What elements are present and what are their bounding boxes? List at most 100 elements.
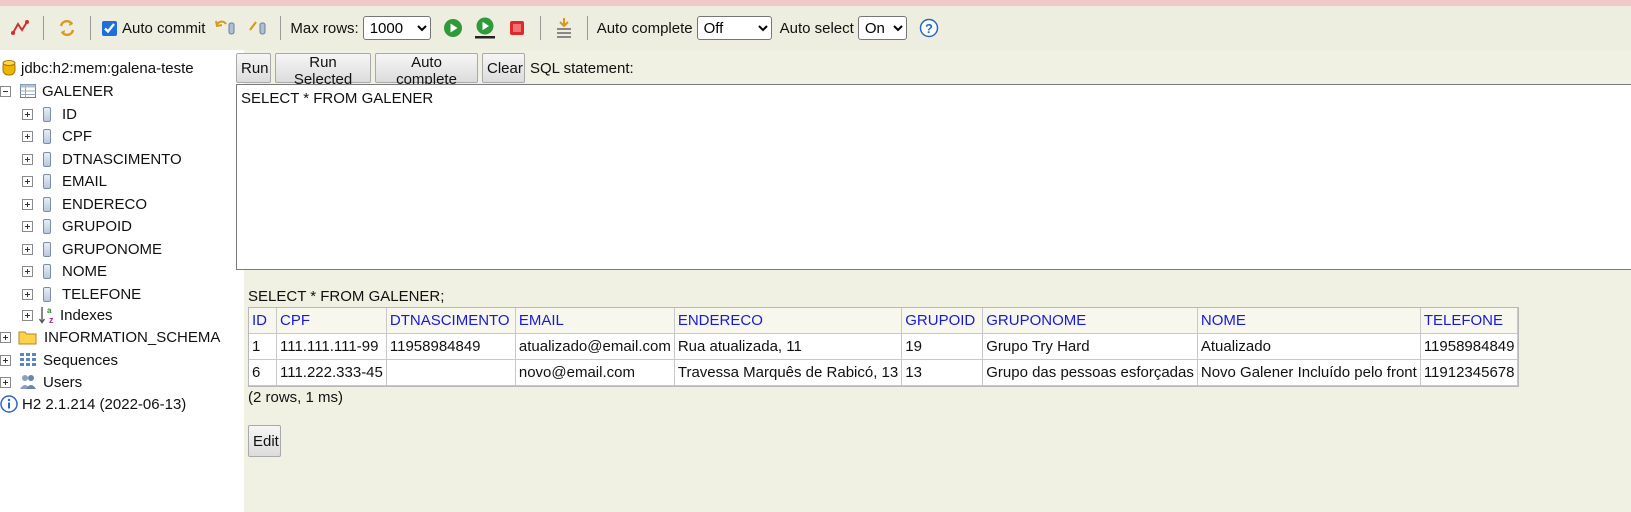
column-label: CPF (62, 127, 92, 145)
max-rows-label: Max rows: (290, 19, 359, 37)
column-header-id[interactable]: ID (249, 308, 277, 334)
indexes-label: Indexes (60, 306, 113, 324)
table-cell: Grupo Try Hard (983, 334, 1198, 360)
tree-column-dtnascimento[interactable]: DTNASCIMENTO (22, 148, 182, 170)
tree-column-gruponome[interactable]: GRUPONOME (22, 238, 162, 260)
column-header-dtnascimento[interactable]: DTNASCIMENTO (386, 308, 516, 334)
collapse-icon[interactable] (0, 85, 11, 97)
column-header-endereco[interactable]: ENDERECO (674, 308, 903, 334)
table-cell: 11958984849 (1420, 334, 1519, 360)
column-icon (43, 151, 51, 167)
tree-information-schema[interactable]: INFORMATION_SCHEMA (0, 326, 220, 348)
disconnect-icon[interactable] (7, 15, 33, 41)
help-icon[interactable]: ? (916, 15, 942, 41)
tree-column-id[interactable]: ID (22, 103, 77, 125)
sql-editor[interactable]: SELECT * FROM GALENER (236, 84, 1631, 270)
expand-icon[interactable] (0, 376, 11, 388)
tree-users[interactable]: Users (0, 371, 82, 393)
table-cell: Travessa Marquês de Rabicó, 13 (674, 360, 903, 386)
column-label: ENDERECO (62, 195, 148, 213)
column-label: GRUPOID (62, 217, 133, 235)
column-label: EMAIL (62, 172, 108, 190)
run-selected-icon[interactable] (472, 15, 498, 41)
expand-icon[interactable] (0, 331, 11, 343)
toolbar-separator (90, 16, 91, 40)
auto-complete-button[interactable]: Auto complete (375, 53, 478, 88)
table-cell: 1 (249, 334, 277, 360)
tree-indexes[interactable]: az Indexes (22, 304, 113, 326)
expand-icon[interactable] (22, 309, 33, 321)
table-label: GALENER (42, 82, 114, 100)
clear-button[interactable]: Clear (482, 53, 525, 83)
version-label: H2 2.1.214 (2022-06-13) (22, 395, 187, 413)
svg-text:a: a (47, 306, 52, 315)
auto-select-label: Auto select (779, 19, 854, 37)
edit-button[interactable]: Edit (248, 425, 281, 457)
tree-column-telefone[interactable]: TELEFONE (22, 283, 141, 305)
tree-table-galener[interactable]: GALENER (0, 80, 114, 102)
history-icon[interactable] (551, 15, 577, 41)
expand-icon[interactable] (22, 108, 33, 120)
database-icon (2, 59, 16, 77)
info-icon (0, 395, 18, 413)
tree-column-nome[interactable]: NOME (22, 260, 107, 282)
column-header-cpf[interactable]: CPF (277, 308, 387, 334)
h2-console: Auto commit Max rows: 1000 Auto complete… (0, 0, 1631, 512)
table-cell: novo@email.com (515, 360, 675, 386)
auto-commit-checkbox[interactable] (102, 20, 117, 36)
result-table: ID CPF DTNASCIMENTO EMAIL ENDERECO GRUPO… (248, 307, 1520, 387)
toolbar-separator (43, 16, 44, 40)
table-cell: Grupo das pessoas esforçadas (983, 360, 1198, 386)
max-rows-select[interactable]: 1000 (362, 16, 431, 40)
expand-icon[interactable] (22, 175, 33, 187)
column-header-email[interactable]: EMAIL (515, 308, 675, 334)
auto-complete-select[interactable]: Off (696, 16, 772, 40)
table-row: 6 111.222.333-45 novo@email.com Travessa… (249, 360, 1519, 386)
stop-icon[interactable] (504, 15, 530, 41)
sequences-label: Sequences (43, 351, 119, 369)
toolbar-separator (586, 16, 588, 40)
column-label: NOME (62, 262, 107, 280)
tree-sequences[interactable]: Sequences (0, 349, 118, 371)
table-cell: atualizado@email.com (515, 334, 675, 360)
main-panel: Run Run Selected Auto complete Clear SQL… (236, 50, 1631, 512)
run-button[interactable]: Run (236, 53, 271, 83)
expand-icon[interactable] (22, 198, 33, 210)
run-icon[interactable] (440, 15, 466, 41)
column-header-gruponome[interactable]: GRUPONOME (983, 308, 1198, 334)
result-query-text: SELECT * FROM GALENER; (248, 288, 445, 305)
commit-icon[interactable] (244, 15, 270, 41)
tree-column-endereco[interactable]: ENDERECO (22, 193, 147, 215)
column-icon (43, 173, 51, 189)
result-header-row: ID CPF DTNASCIMENTO EMAIL ENDERECO GRUPO… (249, 308, 1519, 334)
expand-icon[interactable] (22, 243, 33, 255)
column-header-telefone[interactable]: TELEFONE (1420, 308, 1519, 334)
column-label: ID (62, 105, 77, 123)
tree-column-email[interactable]: EMAIL (22, 170, 107, 192)
toolbar: Auto commit Max rows: 1000 Auto complete… (0, 0, 1631, 50)
auto-select-select[interactable]: On (857, 16, 907, 40)
rollback-icon[interactable] (212, 15, 238, 41)
expand-icon[interactable] (22, 153, 33, 165)
column-header-nome[interactable]: NOME (1197, 308, 1421, 334)
tree-column-cpf[interactable]: CPF (22, 125, 92, 147)
svg-text:z: z (49, 315, 54, 325)
column-label: GRUPONOME (62, 240, 163, 258)
run-selected-button[interactable]: Run Selected (275, 53, 371, 88)
refresh-icon[interactable] (54, 15, 80, 41)
column-header-grupoid[interactable]: GRUPOID (902, 308, 984, 334)
column-icon (43, 218, 51, 234)
auto-commit-label: Auto commit (122, 19, 206, 37)
table-row: 1 111.111.111-99 11958984849 atualizado@… (249, 334, 1519, 360)
expand-icon[interactable] (22, 130, 33, 142)
expand-icon[interactable] (0, 354, 11, 366)
tree-column-grupoid[interactable]: GRUPOID (22, 215, 132, 237)
sql-statement-label: SQL statement: (530, 60, 634, 77)
expand-icon[interactable] (22, 288, 33, 300)
connection-label: jdbc:h2:mem:galena-teste (21, 59, 194, 77)
expand-icon[interactable] (22, 265, 33, 277)
column-icon (43, 128, 51, 144)
tree-connection[interactable]: jdbc:h2:mem:galena-teste (2, 57, 194, 79)
column-icon (43, 241, 51, 257)
expand-icon[interactable] (22, 220, 33, 232)
